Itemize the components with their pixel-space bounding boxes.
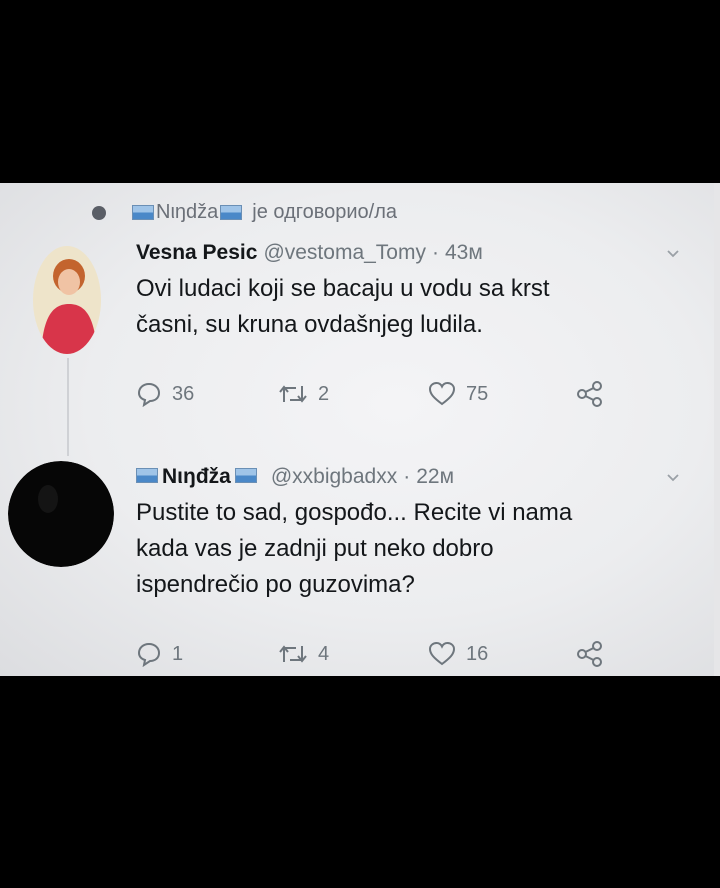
share-icon (577, 381, 602, 407)
like-button[interactable]: 16 (428, 641, 576, 667)
tweet-header: Vesna Pesic @vestoma_Tomy · 43м (136, 241, 680, 265)
thread-line (67, 358, 69, 456)
share-icon (577, 641, 602, 667)
retweet-button[interactable]: 4 (278, 642, 428, 666)
reply-icon (137, 642, 161, 667)
retweet-icon (279, 385, 307, 403)
display-name[interactable]: Vesna Pesic (136, 241, 257, 265)
reply-button[interactable]: 1 (136, 641, 278, 667)
reply-button[interactable]: 36 (136, 381, 278, 407)
share-button[interactable] (576, 641, 604, 667)
like-button[interactable]: 75 (428, 381, 576, 407)
reply-icon (137, 382, 161, 407)
chevron-down-icon[interactable] (666, 471, 680, 485)
tweet[interactable]: Vesna Pesic @vestoma_Tomy · 43м Ovi luda… (136, 241, 680, 343)
display-name[interactable]: Nιŋđža (162, 465, 231, 489)
separator-dot: · (431, 241, 439, 264)
flag-emoji-icon (220, 205, 243, 220)
share-button[interactable] (576, 381, 604, 407)
chevron-down-icon[interactable] (666, 247, 680, 261)
retweet-count: 4 (318, 642, 330, 665)
like-count: 16 (466, 642, 489, 665)
flag-emoji-icon (234, 468, 257, 483)
retweet-icon (279, 645, 307, 663)
separator-dot: · (403, 465, 411, 488)
timestamp[interactable]: 43м (445, 241, 483, 265)
tweet-text-line: kada vas je zadnji put neko dobro (136, 535, 494, 562)
tweet-text: Pustite to sad, gospođo... Recite vi nam… (136, 495, 680, 603)
tweet-text: Ovi ludaci koji se bacaju u vodu sa krst… (136, 271, 680, 343)
reply-context-bullet-icon (92, 205, 106, 220)
avatar[interactable] (8, 461, 114, 567)
tweet-actions: 1 4 16 (136, 641, 604, 667)
retweet-count: 2 (318, 382, 330, 405)
like-count: 75 (466, 382, 489, 405)
user-handle[interactable]: @vestoma_Tomy (263, 241, 426, 265)
tweet-text-line: ispendrečio po guzovima? (136, 571, 415, 598)
tweet-actions: 36 2 75 (136, 381, 604, 407)
reply-count: 1 (172, 642, 184, 665)
retweet-button[interactable]: 2 (278, 382, 428, 406)
tweet-header: Nιŋđža @xxbigbadxx · 22м (136, 465, 680, 489)
screenshot-panel: Nιŋdža je одговорио/ла Vesna Pesic @vest… (0, 183, 720, 676)
tweet[interactable]: Nιŋđža @xxbigbadxx · 22м Pustite to sad,… (136, 465, 680, 603)
reply-context: Nιŋdža je одговорио/ла (92, 201, 397, 224)
tweet-text-line: časni, su kruna ovdašnjeg ludila. (136, 311, 483, 338)
panel-edge (714, 183, 720, 676)
reply-context-user[interactable]: Nιŋdža (156, 201, 218, 224)
tweet-text-line: Pustite to sad, gospođo... Recite vi nam… (136, 499, 573, 526)
heart-icon (428, 381, 456, 406)
timestamp[interactable]: 22м (416, 465, 454, 489)
avatar[interactable] (33, 246, 101, 354)
reply-count: 36 (172, 382, 195, 405)
user-handle[interactable]: @xxbigbadxx (271, 465, 397, 489)
flag-emoji-icon (132, 205, 154, 220)
heart-icon (428, 641, 456, 666)
flag-emoji-icon (136, 468, 158, 483)
tweet-text-line: Ovi ludaci koji se bacaju u vodu sa krst (136, 275, 550, 302)
reply-context-text: je одговорио/ла (252, 201, 398, 223)
